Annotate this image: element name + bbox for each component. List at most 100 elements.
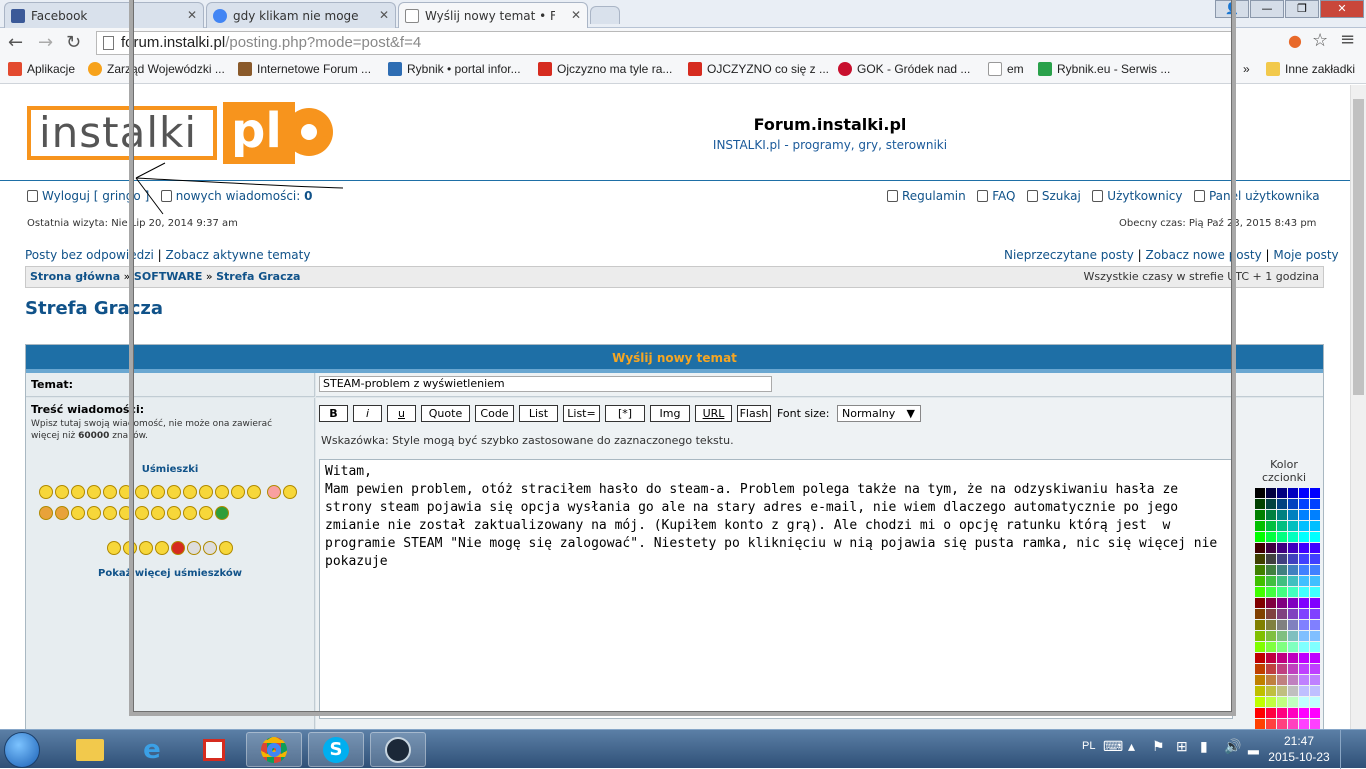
- italic-button[interactable]: i: [353, 405, 382, 422]
- color-swatch[interactable]: [1299, 543, 1309, 553]
- color-swatch[interactable]: [1288, 697, 1298, 707]
- color-swatch[interactable]: [1277, 708, 1287, 718]
- color-swatch[interactable]: [1299, 686, 1309, 696]
- color-swatch[interactable]: [1266, 719, 1276, 729]
- color-swatch[interactable]: [1299, 609, 1309, 619]
- color-swatch[interactable]: [1266, 653, 1276, 663]
- color-swatch[interactable]: [1288, 719, 1298, 729]
- color-swatch[interactable]: [1266, 587, 1276, 597]
- close-icon[interactable]: ✕: [379, 8, 389, 22]
- smiley-icon[interactable]: [135, 485, 149, 499]
- smiley-icon[interactable]: [199, 485, 213, 499]
- color-swatch[interactable]: [1277, 631, 1287, 641]
- bold-button[interactable]: B: [319, 405, 348, 422]
- smiley-icon[interactable]: [215, 485, 229, 499]
- smiley-icon[interactable]: [87, 506, 101, 520]
- page-scrollbar[interactable]: [1350, 85, 1366, 729]
- color-swatch[interactable]: [1299, 488, 1309, 498]
- color-swatch[interactable]: [1266, 510, 1276, 520]
- color-swatch[interactable]: [1277, 554, 1287, 564]
- show-desktop-button[interactable]: [1340, 730, 1366, 769]
- color-swatch[interactable]: [1310, 565, 1320, 575]
- smiley-icon[interactable]: [155, 541, 169, 555]
- smiley-icon[interactable]: [103, 506, 117, 520]
- smiley-icon[interactable]: [103, 485, 117, 499]
- color-swatch[interactable]: [1310, 642, 1320, 652]
- smiley-icon[interactable]: [139, 541, 153, 555]
- close-icon[interactable]: ✕: [571, 8, 581, 22]
- color-swatch[interactable]: [1277, 697, 1287, 707]
- color-swatch[interactable]: [1310, 576, 1320, 586]
- color-swatch[interactable]: [1310, 598, 1320, 608]
- smiley-icon[interactable]: [119, 506, 133, 520]
- smiley-icon[interactable]: [55, 485, 69, 499]
- color-swatch[interactable]: [1288, 664, 1298, 674]
- tab-google[interactable]: gdy klikam nie moge sie z ✕: [206, 2, 396, 28]
- color-swatch[interactable]: [1266, 488, 1276, 498]
- bookmark-item[interactable]: OJCZYZNO co się z ...: [688, 62, 829, 76]
- smiley-icon[interactable]: [167, 506, 181, 520]
- color-swatch[interactable]: [1288, 620, 1298, 630]
- maximize-button[interactable]: ❐: [1285, 0, 1319, 18]
- menu-icon[interactable]: ≡: [1340, 29, 1355, 50]
- underline-button[interactable]: u: [387, 405, 416, 422]
- taskbar-apps[interactable]: [186, 732, 242, 767]
- color-swatch[interactable]: [1310, 719, 1320, 729]
- color-swatch[interactable]: [1310, 620, 1320, 630]
- tab-forum[interactable]: Wyślij nowy temat • Forum ✕: [398, 2, 588, 29]
- color-swatch[interactable]: [1277, 565, 1287, 575]
- color-swatch[interactable]: [1277, 499, 1287, 509]
- color-swatch[interactable]: [1310, 510, 1320, 520]
- quote-button[interactable]: Quote: [421, 405, 470, 422]
- unanswered-posts-link[interactable]: Posty bez odpowiedzi: [25, 248, 154, 262]
- code-button[interactable]: Code: [475, 405, 514, 422]
- color-swatch[interactable]: [1310, 488, 1320, 498]
- color-swatch[interactable]: [1255, 521, 1265, 531]
- smiley-icon[interactable]: [123, 541, 137, 555]
- color-swatch[interactable]: [1266, 598, 1276, 608]
- windows-icon[interactable]: ⊞: [1176, 738, 1188, 755]
- smiley-icon[interactable]: [183, 485, 197, 499]
- smiley-icon[interactable]: [266, 485, 281, 499]
- color-swatch[interactable]: [1255, 719, 1265, 729]
- color-swatch[interactable]: [1310, 532, 1320, 542]
- color-swatch[interactable]: [1288, 609, 1298, 619]
- color-swatch[interactable]: [1310, 609, 1320, 619]
- color-swatch[interactable]: [1277, 675, 1287, 685]
- color-swatch[interactable]: [1255, 653, 1265, 663]
- start-button[interactable]: [4, 732, 40, 768]
- color-swatch[interactable]: [1288, 510, 1298, 520]
- new-posts-link[interactable]: Zobacz nowe posty: [1145, 248, 1261, 262]
- color-swatch[interactable]: [1299, 532, 1309, 542]
- smiley-icon[interactable]: [183, 506, 197, 520]
- color-swatch[interactable]: [1277, 653, 1287, 663]
- color-swatch[interactable]: [1255, 499, 1265, 509]
- address-bar[interactable]: forum.instalki.pl/posting.php?mode=post&…: [96, 31, 1232, 55]
- bookmark-item[interactable]: Zarząd Wojewódzki ...: [88, 62, 225, 76]
- font-size-select[interactable]: Normalny ▼: [837, 405, 921, 422]
- color-swatch[interactable]: [1255, 631, 1265, 641]
- color-swatch[interactable]: [1288, 543, 1298, 553]
- color-swatch[interactable]: [1299, 521, 1309, 531]
- color-swatch[interactable]: [1288, 499, 1298, 509]
- smiley-icon[interactable]: [151, 506, 165, 520]
- color-swatch[interactable]: [1310, 675, 1320, 685]
- color-swatch[interactable]: [1310, 587, 1320, 597]
- site-logo[interactable]: instalki pl: [27, 102, 333, 164]
- color-swatch[interactable]: [1277, 543, 1287, 553]
- message-textarea[interactable]: Witam, Mam pewien problem, otóż straciłe…: [319, 459, 1233, 719]
- color-swatch[interactable]: [1255, 543, 1265, 553]
- battery-icon[interactable]: ▮: [1200, 738, 1208, 755]
- color-swatch[interactable]: [1277, 532, 1287, 542]
- color-swatch[interactable]: [1299, 510, 1309, 520]
- smiley-icon[interactable]: [231, 485, 245, 499]
- smiley-icon[interactable]: [151, 485, 165, 499]
- color-swatch[interactable]: [1255, 697, 1265, 707]
- color-swatch[interactable]: [1310, 708, 1320, 718]
- color-swatch[interactable]: [1277, 664, 1287, 674]
- smiley-icon[interactable]: [171, 541, 185, 555]
- bookmark-apps[interactable]: Aplikacje: [8, 62, 75, 76]
- color-swatch[interactable]: [1288, 576, 1298, 586]
- color-swatch[interactable]: [1288, 708, 1298, 718]
- minimize-button[interactable]: —: [1250, 0, 1284, 18]
